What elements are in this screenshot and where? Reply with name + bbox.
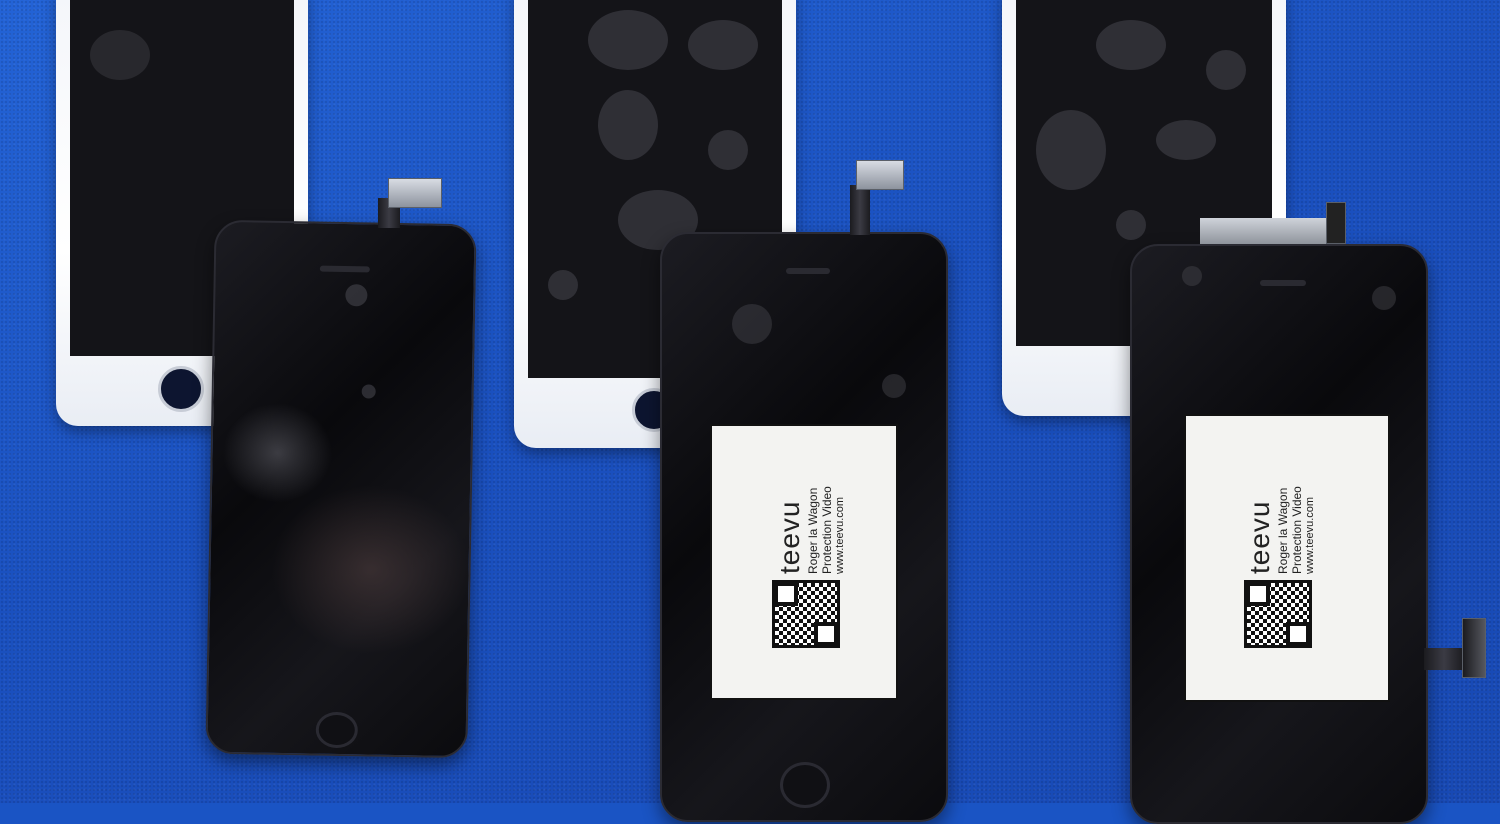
black-screen-panel-1 — [205, 219, 477, 759]
label-line-2: Protection Video — [820, 486, 834, 574]
black-screen-panel-2: teevu Roger la Wagon Protection Video ww… — [660, 232, 948, 822]
brand-name: teevu — [1244, 500, 1275, 575]
side-flex-connector — [1462, 618, 1486, 678]
teevu-protection-label: teevu Roger la Wagon Protection Video ww… — [1184, 414, 1390, 702]
camera-reflection — [221, 401, 334, 504]
label-line-2: Protection Video — [1290, 486, 1304, 574]
blue-cloth-background: teevu Roger la Wagon Protection Video ww… — [0, 0, 1500, 824]
label-line-3: www.teevu.com — [834, 496, 846, 574]
side-flex-cable — [1424, 648, 1464, 670]
teevu-protection-label: teevu Roger la Wagon Protection Video ww… — [710, 424, 898, 700]
earpiece-slot — [319, 265, 370, 273]
earpiece-slot — [786, 268, 830, 274]
flex-connector — [1326, 202, 1346, 244]
label-line-1: Roger la Wagon — [806, 487, 820, 574]
flex-cable — [1200, 218, 1330, 244]
flex-connector — [856, 160, 904, 190]
home-button-ring — [780, 762, 830, 808]
label-line-1: Roger la Wagon — [1276, 487, 1290, 574]
home-button-ring — [158, 366, 204, 412]
brand-name: teevu — [774, 500, 805, 575]
label-line-3: www.teevu.com — [1304, 496, 1316, 574]
qr-code — [772, 580, 840, 648]
earpiece-slot — [1260, 280, 1306, 286]
black-screen-panel-3: teevu Roger la Wagon Protection Video ww… — [1130, 244, 1428, 824]
qr-code — [1244, 580, 1312, 648]
home-button-ring — [315, 711, 359, 749]
flex-connector — [388, 178, 442, 208]
flex-cable — [850, 185, 870, 235]
